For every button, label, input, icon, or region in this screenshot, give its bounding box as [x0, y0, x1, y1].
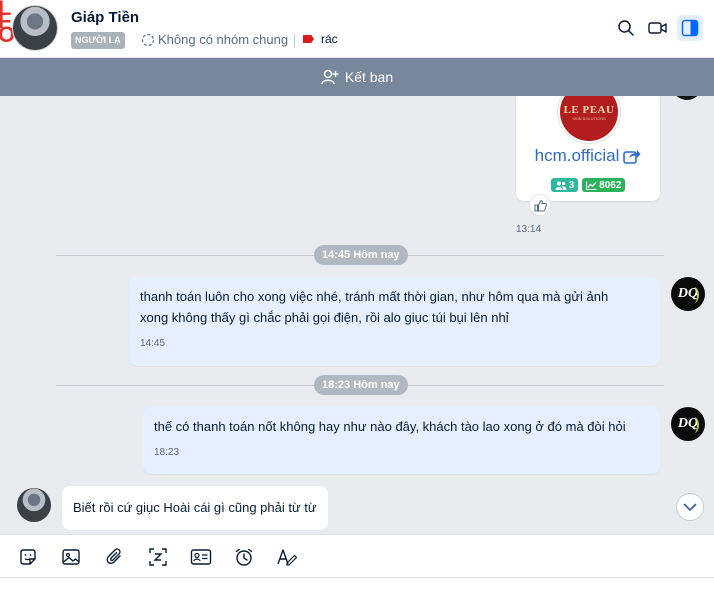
- time-separator-label: 14:45 Hôm nay: [314, 245, 408, 265]
- chat-header: IFO Giáp Tiền NGƯỜI LẠ Không có nhóm chu…: [0, 0, 714, 58]
- outgoing-message[interactable]: thế có thanh toán nốt không hay như nào …: [143, 407, 660, 474]
- business-logo-text: LE PEAU: [563, 103, 615, 116]
- followers-count: 8062: [599, 179, 622, 191]
- add-friend-icon: [321, 69, 339, 85]
- message-text-line: thanh toán luôn cho xong việc nhé, tránh…: [140, 289, 609, 304]
- add-friend-label: Kết bạn: [344, 69, 394, 85]
- like-reaction-button[interactable]: [529, 194, 551, 216]
- sticker-icon[interactable]: [16, 545, 40, 569]
- share-icon: [623, 148, 641, 164]
- message-text-line: xong không thấy gì chắc phải gọi điện, r…: [140, 310, 509, 325]
- message-list[interactable]: LE PEAU SKIN SOLUTIONS hcm.official 3 80…: [0, 96, 714, 534]
- incoming-message[interactable]: Biết rồi cứ giục Hoài cái gì cũng phải t…: [62, 486, 328, 530]
- label-tag-icon: [303, 35, 314, 43]
- contact-card-icon[interactable]: [189, 545, 213, 569]
- message-time: 14:45: [140, 338, 166, 349]
- group-info-text: Không có nhóm chung: [158, 32, 289, 47]
- reminder-icon[interactable]: [232, 545, 256, 569]
- members-badge: 3: [550, 178, 579, 192]
- message-text: thế có thanh toán nốt không hay như nào …: [154, 419, 626, 434]
- business-logo-subtext: SKIN SOLUTIONS: [572, 115, 606, 121]
- video-call-icon[interactable]: [645, 15, 671, 41]
- business-card-message[interactable]: LE PEAU SKIN SOLUTIONS hcm.official 3 80…: [516, 96, 660, 201]
- message-input[interactable]: [0, 577, 714, 591]
- common-groups-icon: [141, 33, 155, 47]
- attachment-icon[interactable]: [103, 545, 127, 569]
- sender-avatar[interactable]: DQ: [671, 277, 705, 311]
- scroll-to-bottom-button[interactable]: [676, 493, 704, 521]
- followers-badge: 8062: [582, 178, 626, 192]
- composer-toolbar: [0, 534, 714, 578]
- business-name: hcm.official: [534, 146, 620, 165]
- outgoing-message[interactable]: thanh toán luôn cho xong việc nhé, tránh…: [129, 277, 660, 366]
- business-logo: LE PEAU SKIN SOLUTIONS: [557, 96, 621, 144]
- group-info[interactable]: Không có nhóm chung: [141, 32, 288, 47]
- conversation-label[interactable]: rác: [303, 32, 338, 46]
- stranger-badge: NGƯỜI LẠ: [71, 32, 125, 49]
- header-divider: [294, 34, 295, 47]
- business-name-link[interactable]: hcm.official: [516, 146, 660, 166]
- message-time: 13:14: [516, 224, 542, 235]
- time-separator-label: 18:23 Hôm nay: [314, 375, 408, 395]
- sidebar-toggle-icon[interactable]: [677, 15, 703, 41]
- image-icon[interactable]: [59, 545, 83, 569]
- contact-avatar[interactable]: [17, 488, 51, 522]
- add-friend-button[interactable]: Kết bạn: [0, 58, 714, 96]
- members-count: 3: [568, 179, 575, 191]
- sender-avatar[interactable]: DQ: [671, 407, 705, 441]
- text-format-icon[interactable]: [275, 545, 299, 569]
- search-icon[interactable]: [613, 15, 639, 41]
- sender-avatar: [672, 96, 702, 100]
- contact-avatar[interactable]: [12, 5, 58, 51]
- screenshot-icon[interactable]: [146, 545, 170, 569]
- label-text: rác: [321, 32, 338, 46]
- contact-name[interactable]: Giáp Tiền: [71, 9, 139, 26]
- message-time: 18:23: [154, 447, 180, 458]
